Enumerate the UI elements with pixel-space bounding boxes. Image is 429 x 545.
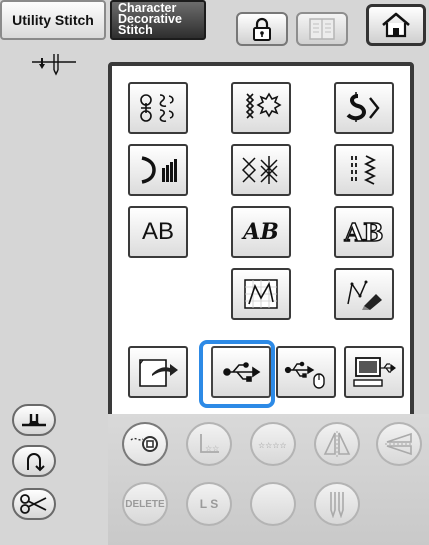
density-button[interactable]: ☆☆☆☆ bbox=[250, 422, 296, 466]
svg-text:☆☆: ☆☆ bbox=[205, 444, 219, 453]
scissors-icon bbox=[20, 494, 47, 514]
my-design-center-button[interactable] bbox=[334, 268, 394, 320]
svg-text:☆☆☆☆: ☆☆☆☆ bbox=[258, 441, 287, 450]
size-icon: ☆☆ bbox=[200, 434, 219, 453]
character-outline-button[interactable]: AB bbox=[334, 206, 394, 258]
machine-memory-button[interactable] bbox=[128, 346, 188, 398]
floral-cross-icon bbox=[245, 92, 282, 119]
blank-button[interactable] bbox=[250, 482, 296, 526]
character-script-button[interactable]: AB bbox=[231, 206, 291, 258]
lock-button[interactable] bbox=[236, 12, 288, 46]
delete-label: DELETE bbox=[125, 498, 165, 510]
home-icon bbox=[382, 12, 410, 38]
character-block-button[interactable]: AB bbox=[128, 206, 188, 258]
pattern-book-icon bbox=[309, 18, 335, 40]
my-custom-stitch-button[interactable] bbox=[231, 268, 291, 320]
tab-utility-stitch[interactable]: Utility Stitch bbox=[0, 0, 106, 40]
presser-foot-icon bbox=[22, 414, 46, 427]
mirror-icon bbox=[323, 431, 351, 457]
twin-needle-button[interactable] bbox=[314, 482, 360, 526]
character-block-label: AB bbox=[141, 218, 174, 245]
home-button[interactable] bbox=[366, 4, 426, 46]
computer-button[interactable] bbox=[344, 346, 404, 398]
tab-character-decorative-stitch[interactable]: Character Decorative Stitch bbox=[110, 0, 206, 40]
zigzag-lines-icon bbox=[351, 155, 377, 185]
satin-stitch-icon bbox=[346, 92, 380, 122]
edit-button-tray: ☆☆ ☆☆☆☆ DELETE L S bbox=[108, 414, 429, 545]
usb-mouse-icon bbox=[284, 361, 325, 389]
ls-button[interactable]: L S bbox=[186, 482, 232, 526]
reverse-stitch-icon bbox=[27, 453, 45, 472]
character-outline-label: AB bbox=[344, 217, 384, 247]
my-design-center-icon bbox=[347, 280, 382, 310]
stitch-category-gradient[interactable] bbox=[128, 144, 188, 196]
thread-button[interactable] bbox=[122, 422, 168, 466]
density-icon: ☆☆☆☆ bbox=[258, 441, 287, 450]
gradient-satin-icon bbox=[141, 156, 177, 184]
selection-highlight bbox=[199, 340, 275, 408]
ls-label: L S bbox=[199, 497, 219, 511]
stitch-category-zigzag[interactable] bbox=[334, 144, 394, 196]
computer-icon bbox=[353, 357, 396, 387]
cross-stitch-icon bbox=[241, 156, 278, 184]
usb-mouse-button[interactable] bbox=[276, 346, 336, 398]
thread-cutter-button[interactable] bbox=[12, 488, 56, 520]
mirror-button[interactable] bbox=[314, 422, 360, 466]
size-button[interactable]: ☆☆ bbox=[186, 422, 232, 466]
stitch-category-floral[interactable] bbox=[231, 82, 291, 134]
tab-character-line-3: Stitch bbox=[118, 23, 153, 37]
machine-memory-icon bbox=[139, 359, 178, 387]
lock-icon bbox=[253, 17, 271, 41]
stitch-category-cross[interactable] bbox=[231, 144, 291, 196]
delete-button[interactable]: DELETE bbox=[122, 482, 168, 526]
presser-foot-button[interactable] bbox=[12, 404, 56, 436]
reverse-stitch-button[interactable] bbox=[12, 445, 56, 477]
pattern-book-button[interactable] bbox=[296, 12, 348, 46]
twin-needle-icon bbox=[330, 492, 344, 518]
my-custom-stitch-icon bbox=[244, 279, 278, 309]
stitch-category-decorative[interactable] bbox=[128, 82, 188, 134]
thread-icon bbox=[130, 436, 158, 452]
flip-icon bbox=[385, 432, 413, 456]
screen: Utility Stitch Character Decorative Stit… bbox=[0, 0, 429, 545]
character-script-label: AB bbox=[243, 219, 279, 245]
flip-button[interactable] bbox=[376, 422, 422, 466]
decorative-pattern-icon bbox=[140, 94, 174, 122]
stitch-category-satin[interactable] bbox=[334, 82, 394, 134]
needle-position-icon bbox=[32, 54, 76, 76]
